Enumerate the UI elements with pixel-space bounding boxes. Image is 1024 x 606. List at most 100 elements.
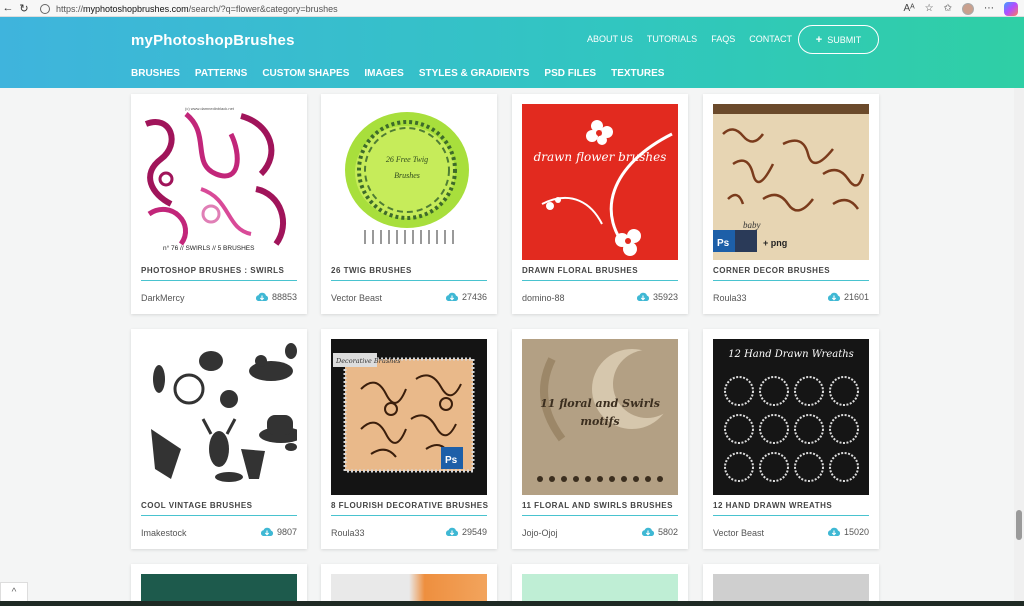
- card-title[interactable]: 11 FLORAL AND SWIRLS BRUSHES: [522, 501, 673, 510]
- site-logo[interactable]: myPhotoshopBrushes: [131, 32, 295, 49]
- thumb-caption: baby: [743, 220, 761, 230]
- category-textures[interactable]: TEXTURES: [611, 68, 664, 79]
- svg-text:Ps: Ps: [717, 238, 730, 249]
- thumbnail-floral-swirls[interactable]: 11 floral and Swirls motifs: [522, 339, 678, 495]
- download-number: 27436: [461, 292, 487, 302]
- card-divider: [141, 280, 297, 281]
- favorite-icon[interactable]: ☆: [925, 3, 934, 14]
- download-number: 9807: [276, 527, 297, 537]
- card-author[interactable]: Vector Beast: [713, 528, 764, 538]
- cloud-download-icon: [445, 527, 459, 536]
- svg-text:11 floral and Swirls: 11 floral and Swirls: [540, 397, 660, 410]
- browser-toolbar: ← ↻ https://myphotoshopbrushes.com/searc…: [0, 0, 1024, 17]
- card-title[interactable]: COOL VINTAGE BRUSHES: [141, 501, 253, 510]
- cloud-download-icon: [827, 292, 841, 301]
- card-title[interactable]: 8 FLOURISH DECORATIVE BRUSHES: [331, 501, 488, 510]
- category-patterns[interactable]: PATTERNS: [195, 68, 247, 79]
- brush-card[interactable]: Decorative Brushes Ps 8 FLOURISH DECORAT…: [321, 329, 497, 549]
- download-number: 35923: [652, 292, 678, 302]
- more-icon[interactable]: ⋯: [984, 3, 994, 14]
- card-author[interactable]: DarkMercy: [141, 293, 185, 303]
- category-psd-files[interactable]: PSD FILES: [544, 68, 596, 79]
- download-count: 35923: [636, 292, 678, 302]
- card-author[interactable]: Vector Beast: [331, 293, 382, 303]
- thumb-caption: 12 Hand Drawn Wreaths: [728, 349, 854, 360]
- taskbar: [0, 601, 1024, 606]
- card-author[interactable]: Jojo-Ojoj: [522, 528, 558, 538]
- download-count: 27436: [445, 292, 487, 302]
- nav-link-tutorials[interactable]: TUTORIALS: [647, 34, 697, 44]
- brush-card[interactable]: [703, 564, 879, 606]
- nav-link-contact[interactable]: CONTACT: [749, 34, 792, 44]
- card-title[interactable]: CORNER DECOR BRUSHES: [713, 266, 830, 275]
- download-count: 5802: [641, 527, 678, 537]
- svg-text:Ps: Ps: [445, 455, 458, 466]
- card-title[interactable]: 26 TWIG BRUSHES: [331, 266, 412, 275]
- brush-card[interactable]: 11 floral and Swirls motifs 11 FLORAL AN…: [512, 329, 688, 549]
- brush-card[interactable]: (c) www.damnedinblack.net n° 76 // SWIRL…: [131, 94, 307, 314]
- download-count: 9807: [260, 527, 297, 537]
- download-number: 21601: [843, 292, 869, 302]
- category-custom-shapes[interactable]: CUSTOM SHAPES: [262, 68, 349, 79]
- brush-card[interactable]: drawn flower brushes DRAWN FLORAL BRUSHE…: [512, 94, 688, 314]
- nav-link-faqs[interactable]: FAQS: [711, 34, 735, 44]
- thumbnail-drawn-flowers[interactable]: drawn flower brushes: [522, 104, 678, 260]
- brush-card[interactable]: [321, 564, 497, 606]
- back-icon[interactable]: ←: [0, 0, 16, 16]
- svg-text:motifs: motifs: [580, 415, 619, 428]
- category-nav: BRUSHES PATTERNS CUSTOM SHAPES IMAGES ST…: [131, 68, 679, 79]
- download-count: 15020: [827, 527, 869, 537]
- reload-icon[interactable]: ↻: [16, 0, 32, 16]
- collections-icon[interactable]: ✩: [944, 3, 952, 14]
- download-count: 21601: [827, 292, 869, 302]
- card-author[interactable]: Roula33: [331, 528, 365, 538]
- brush-card[interactable]: 26 Free Twig Brushes 26 TWIG BRUSHES Vec…: [321, 94, 497, 314]
- brush-card[interactable]: Ps baby + png CORNER DECOR BRUSHES Roula…: [703, 94, 879, 314]
- cloud-download-icon: [827, 527, 841, 536]
- thumbnail-twigs[interactable]: 26 Free Twig Brushes: [331, 104, 487, 260]
- page-scrollbar[interactable]: [1014, 88, 1024, 606]
- nav-link-about[interactable]: ABOUT US: [587, 34, 633, 44]
- thumbnail-vintage[interactable]: [141, 339, 297, 495]
- cloud-download-icon: [641, 527, 655, 536]
- thumb-caption: n° 76 // SWIRLS // 5 BRUSHES: [163, 244, 255, 252]
- card-title[interactable]: DRAWN FLORAL BRUSHES: [522, 266, 638, 275]
- category-images[interactable]: IMAGES: [364, 68, 403, 79]
- download-count: 29549: [445, 527, 487, 537]
- cloud-download-icon: [636, 292, 650, 301]
- download-number: 15020: [843, 527, 869, 537]
- submit-label: SUBMIT: [827, 34, 862, 45]
- submit-button[interactable]: + SUBMIT: [798, 25, 879, 54]
- address-bar[interactable]: https://myphotoshopbrushes.com/search/?q…: [40, 1, 338, 16]
- scrollbar-thumb[interactable]: [1016, 510, 1022, 540]
- plus-icon: +: [815, 33, 823, 46]
- brush-card[interactable]: COOL VINTAGE BRUSHES Imakestock 9807: [131, 329, 307, 549]
- brush-card[interactable]: 12 Hand Drawn Wreaths 12 HAND DRAWN WREA…: [703, 329, 879, 549]
- brush-card[interactable]: [512, 564, 688, 606]
- brush-card[interactable]: [131, 564, 307, 606]
- category-styles-gradients[interactable]: STYLES & GRADIENTS: [419, 68, 530, 79]
- download-number: 88853: [271, 292, 297, 302]
- thumbnail-flourish[interactable]: Decorative Brushes Ps: [331, 339, 487, 495]
- cloud-download-icon: [260, 527, 274, 536]
- download-number: 29549: [461, 527, 487, 537]
- thumbnail-wreaths[interactable]: 12 Hand Drawn Wreaths: [713, 339, 869, 495]
- card-title[interactable]: 12 HAND DRAWN WREATHS: [713, 501, 832, 510]
- card-author[interactable]: Roula33: [713, 293, 747, 303]
- cloud-download-icon: [445, 292, 459, 301]
- card-divider: [141, 515, 297, 516]
- card-author[interactable]: Imakestock: [141, 528, 187, 538]
- read-aloud-icon[interactable]: Aᴬ: [903, 3, 914, 14]
- thumb-caption: drawn flower brushes: [534, 150, 667, 164]
- card-author[interactable]: domino-88: [522, 293, 565, 303]
- card-divider: [331, 515, 487, 516]
- profile-avatar[interactable]: [962, 2, 974, 15]
- card-title[interactable]: PHOTOSHOP BRUSHES : SWIRLS: [141, 266, 284, 275]
- chevron-up-icon[interactable]: ^: [0, 582, 28, 602]
- thumbnail-swirls[interactable]: (c) www.damnedinblack.net n° 76 // SWIRL…: [141, 104, 297, 260]
- copilot-icon[interactable]: [1004, 1, 1018, 16]
- lock-icon: [40, 3, 50, 14]
- thumbnail-corner-decor[interactable]: Ps baby + png: [713, 104, 869, 260]
- category-brushes[interactable]: BRUSHES: [131, 68, 180, 79]
- url-path: /search/?q=flower&category=brushes: [188, 3, 338, 14]
